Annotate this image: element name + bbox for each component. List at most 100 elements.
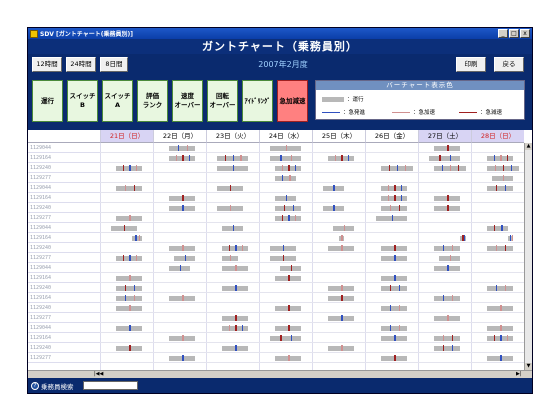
grid-corner (28, 130, 100, 143)
filter-button-7[interactable]: 急加減速 (277, 80, 308, 122)
crew-id-label[interactable]: 1129240 (28, 303, 100, 313)
run-bar[interactable] (433, 295, 461, 301)
crew-id-label[interactable]: 1129240 (28, 243, 100, 253)
run-bar[interactable] (274, 175, 297, 181)
filter-button-0[interactable]: 運行 (32, 80, 63, 122)
run-bar[interactable] (115, 295, 143, 301)
event-mark (133, 295, 136, 301)
filter-button-1[interactable]: スイッチB (67, 80, 98, 122)
run-bar[interactable] (433, 335, 461, 341)
crew-id-label[interactable]: 1129240 (28, 283, 100, 293)
run-bar[interactable] (269, 155, 302, 161)
event-mark (235, 265, 237, 271)
crew-id-label[interactable]: 1129044 (28, 223, 100, 233)
print-button[interactable]: 印刷 (456, 57, 486, 72)
legend-sudden-decel-label: ：急減速 (480, 110, 503, 116)
run-bar[interactable] (486, 185, 514, 191)
legend-sudden-accel-line (392, 111, 410, 113)
crew-id-label[interactable]: 1129164 (28, 193, 100, 203)
crew-id-label[interactable]: 1129277 (28, 313, 100, 323)
run-bar[interactable] (433, 245, 461, 251)
event-mark (129, 275, 131, 281)
event-mark (389, 305, 392, 311)
crew-id-label[interactable]: 1129164 (28, 333, 100, 343)
run-bar[interactable] (115, 185, 143, 191)
crew-search-button[interactable]: ? 乗務員検索 (31, 381, 74, 391)
crew-id-label[interactable]: 1129164 (28, 153, 100, 163)
back-button[interactable]: 戻る (494, 57, 524, 72)
run-bar[interactable] (380, 325, 408, 331)
event-mark (442, 295, 445, 301)
run-bar[interactable] (433, 345, 461, 351)
event-mark (442, 335, 445, 341)
event-mark (451, 345, 454, 351)
run-bar[interactable] (274, 205, 302, 211)
crew-id-label[interactable]: 1129240 (28, 203, 100, 213)
close-button[interactable]: x (520, 29, 530, 38)
crew-id-label[interactable]: 1129277 (28, 253, 100, 263)
filter-button-6[interactable]: ｱｲﾄﾞﾘﾝｸﾞ (242, 80, 273, 122)
crew-id-label[interactable]: 1129044 (28, 183, 100, 193)
event-mark (129, 345, 131, 351)
event-mark (442, 245, 445, 251)
run-bar[interactable] (115, 285, 143, 291)
run-bar[interactable] (380, 205, 408, 211)
filter-button-4[interactable]: 速度 オーバー (172, 80, 203, 122)
crew-id-label[interactable]: 1129277 (28, 353, 100, 363)
filter-button-5[interactable]: 回転 オーバー (207, 80, 238, 122)
crew-id-label[interactable]: 1129240 (28, 343, 100, 353)
event-mark (447, 205, 449, 211)
run-bar[interactable] (168, 145, 196, 151)
horizontal-scrollbar[interactable]: |◀◀ ▶| (28, 370, 532, 378)
run-bar[interactable] (428, 155, 461, 161)
run-bar[interactable] (269, 335, 302, 341)
event-mark (389, 325, 392, 331)
crew-search-input[interactable] (83, 381, 138, 390)
restore-button[interactable]: □ (509, 29, 519, 38)
crew-id-label[interactable]: 1129044 (28, 263, 100, 273)
crew-search-label: 乗務員検索 (41, 383, 74, 391)
event-mark (394, 195, 396, 201)
event-mark (398, 305, 401, 311)
scroll-right-icon[interactable]: ▶| (516, 371, 522, 378)
minimize-button[interactable]: _ (498, 29, 508, 38)
gantt-row (100, 243, 524, 253)
run-bar[interactable] (486, 245, 514, 251)
vertical-scrollbar[interactable]: ▲ ▼ (524, 143, 532, 370)
event-mark (288, 165, 290, 171)
scroll-down-icon[interactable]: ▼ (525, 363, 532, 370)
range-12h-button[interactable]: 12時間 (32, 57, 62, 72)
run-bar[interactable] (380, 305, 408, 311)
event-mark (281, 215, 284, 221)
crew-id-label[interactable]: 1129277 (28, 173, 100, 183)
crew-id-label[interactable]: 1129044 (28, 323, 100, 333)
event-mark (186, 145, 189, 151)
scroll-up-icon[interactable]: ▲ (525, 143, 532, 150)
filter-button-3[interactable]: 評価 ランク (137, 80, 168, 122)
gantt-row (100, 303, 524, 313)
crew-id-label[interactable]: 1129164 (28, 293, 100, 303)
run-bar[interactable] (131, 235, 143, 241)
scroll-left-icon[interactable]: |◀◀ (94, 371, 103, 378)
legend-sudden-accel-label: ：急加速 (413, 110, 436, 116)
range-8day-button[interactable]: 8日間 (100, 57, 128, 72)
event-mark (285, 195, 287, 201)
event-mark (224, 155, 227, 161)
run-bar[interactable] (486, 285, 514, 291)
event-mark (175, 155, 178, 161)
event-mark (182, 245, 184, 251)
range-24h-button[interactable]: 24時間 (66, 57, 96, 72)
run-bar[interactable] (380, 285, 408, 291)
event-mark (129, 215, 131, 221)
event-mark (228, 245, 231, 251)
crew-id-label[interactable]: 1129240 (28, 163, 100, 173)
crew-id-label[interactable]: 1129044 (28, 143, 100, 153)
gantt-row (100, 253, 524, 263)
crew-id-label[interactable]: 1129164 (28, 273, 100, 283)
event-mark (184, 255, 187, 261)
event-mark (493, 335, 496, 341)
run-bar[interactable] (486, 225, 509, 231)
crew-id-label[interactable]: 1129164 (28, 233, 100, 243)
filter-button-2[interactable]: スイッチA (102, 80, 133, 122)
crew-id-label[interactable]: 1129277 (28, 213, 100, 223)
